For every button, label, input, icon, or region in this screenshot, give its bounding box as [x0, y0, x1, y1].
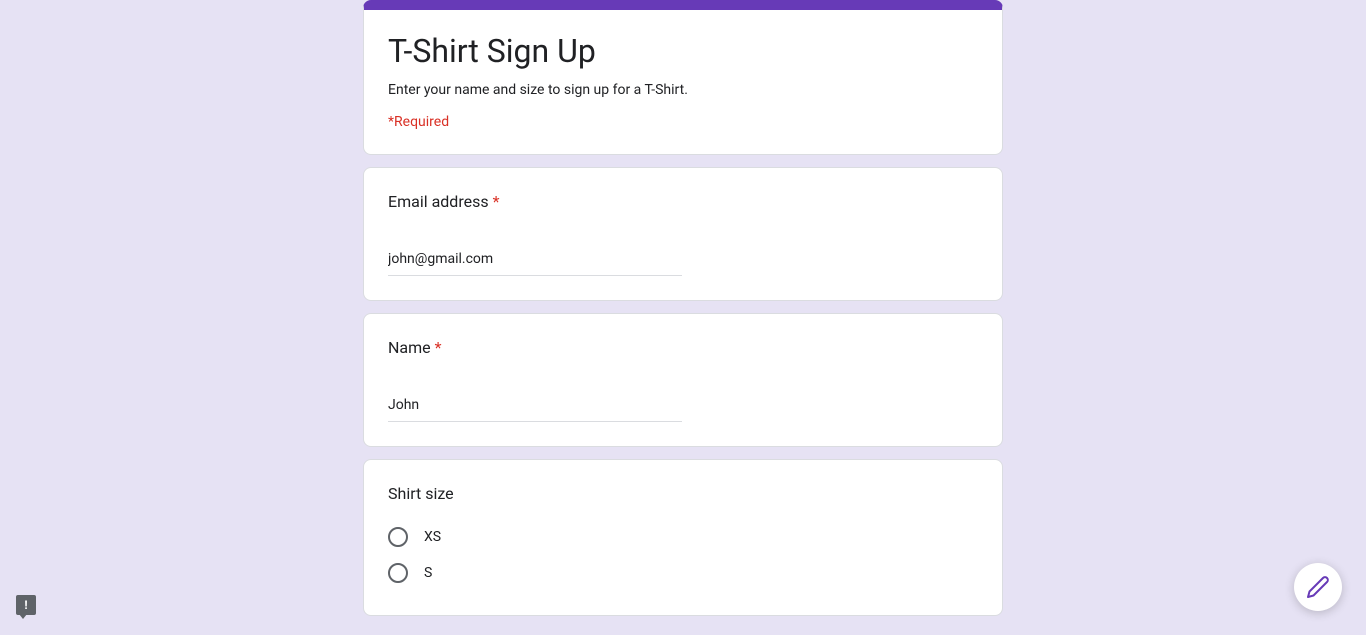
form-description: Enter your name and size to sign up for …	[388, 82, 978, 98]
radio-label-xs: XS	[424, 529, 441, 545]
form-container: T-Shirt Sign Up Enter your name and size…	[363, 0, 1003, 616]
pencil-icon	[1306, 575, 1330, 599]
name-required-asterisk: *	[435, 338, 442, 357]
email-question-label: Email address *	[388, 192, 978, 211]
shirt-size-question-card: Shirt size XS S	[363, 459, 1003, 616]
email-question-card: Email address *	[363, 167, 1003, 301]
radio-circle-icon	[388, 527, 408, 547]
feedback-button[interactable]	[16, 595, 36, 615]
email-label-text: Email address	[388, 192, 489, 211]
name-input[interactable]	[388, 389, 682, 422]
radio-circle-icon	[388, 563, 408, 583]
form-title: T-Shirt Sign Up	[388, 32, 978, 70]
shirt-size-radio-group: XS S	[388, 519, 978, 591]
required-note: *Required	[388, 114, 978, 130]
header-card: T-Shirt Sign Up Enter your name and size…	[363, 0, 1003, 155]
email-input[interactable]	[388, 243, 682, 276]
email-required-asterisk: *	[493, 192, 500, 211]
radio-label-s: S	[424, 565, 432, 581]
name-question-label: Name *	[388, 338, 978, 357]
name-question-card: Name *	[363, 313, 1003, 447]
edit-form-fab[interactable]	[1294, 563, 1342, 611]
radio-option-s[interactable]: S	[388, 555, 978, 591]
radio-option-xs[interactable]: XS	[388, 519, 978, 555]
shirt-size-question-label: Shirt size	[388, 484, 978, 503]
name-label-text: Name	[388, 338, 431, 357]
